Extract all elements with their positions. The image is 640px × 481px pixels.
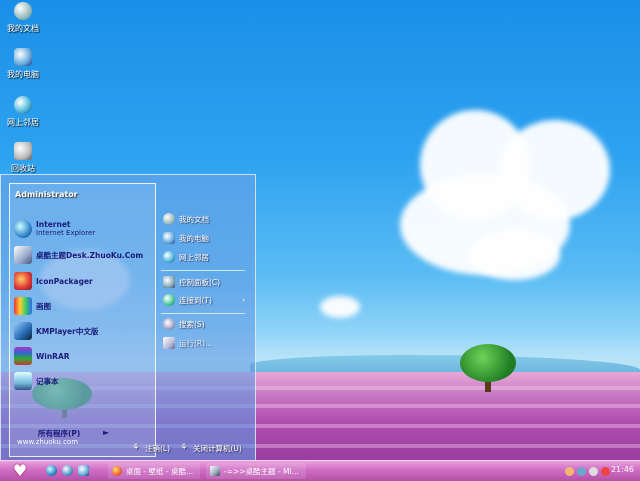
menu-item-control-panel[interactable]: 控制面板(C)	[163, 274, 247, 290]
program-label: 记事本	[36, 376, 59, 386]
program-notepad[interactable]: 记事本	[14, 370, 154, 392]
my-documents-icon	[163, 213, 175, 225]
desktop-icon-network[interactable]: 网上邻居	[0, 96, 46, 128]
menu-item-label: 搜索(S)	[179, 319, 205, 329]
browser-icon	[112, 466, 122, 476]
network-places-icon	[163, 251, 175, 263]
program-paint[interactable]: 画图	[14, 295, 154, 317]
desktop-icon-label: 我的电脑	[7, 70, 39, 79]
kmplayer-icon	[14, 322, 32, 340]
menu-item-label: 网上邻居	[179, 252, 209, 262]
notepad-icon	[14, 372, 32, 390]
menu-item-label: 连接到(T)	[179, 295, 212, 305]
program-label: Internet	[36, 220, 71, 229]
network-tray-icon[interactable]	[577, 466, 586, 476]
desktop-icon-my-computer[interactable]: 我的电脑	[0, 48, 46, 80]
my-computer-icon	[14, 48, 32, 66]
program-winrar[interactable]: WinRAR	[14, 345, 154, 367]
taskbar: ♥ 桌面 - 壁纸 - 桌酷... -=>>桌酷主题 - Mi... 21:46	[0, 460, 640, 481]
menu-item-label: 我的电脑	[179, 233, 209, 243]
paint-icon	[14, 297, 32, 315]
menu-item-label: 我的文档	[179, 214, 209, 224]
zhuoku-theme-icon	[14, 246, 32, 264]
tree	[460, 344, 516, 382]
task-label: -=>>桌酷主题 - Mi...	[224, 466, 299, 476]
heart-icon: ♥	[12, 461, 28, 480]
menu-item-connect-to[interactable]: 连接到(T) ›	[163, 292, 247, 308]
menu-item-label: 控制面板(C)	[179, 277, 221, 287]
iconpackager-icon	[14, 272, 32, 290]
arrow-right-icon: ►	[103, 428, 110, 437]
menu-item-search[interactable]: 搜索(S)	[163, 316, 247, 332]
my-computer-icon	[163, 232, 175, 244]
taskbar-button-window[interactable]: -=>>桌酷主题 - Mi...	[206, 463, 306, 479]
network-places-icon	[14, 96, 32, 114]
control-panel-icon	[163, 276, 175, 288]
desktop-icon[interactable]	[78, 465, 89, 476]
shutdown-label: 关闭计算机(U)	[193, 443, 242, 453]
menu-item-label: 运行(R)...	[179, 338, 213, 348]
start-menu: Administrator Internet Internet Explorer …	[0, 174, 256, 462]
submenu-arrow-icon: ›	[242, 296, 245, 304]
program-iconpackager[interactable]: IconPackager	[14, 270, 154, 292]
program-label: 画图	[36, 301, 51, 311]
menu-item-network[interactable]: 网上邻居	[163, 249, 247, 265]
menu-separator	[161, 270, 245, 271]
recycle-bin-icon	[14, 142, 32, 160]
clock[interactable]: 21:46	[611, 465, 634, 474]
shutdown-button[interactable]: ⚘ 关闭计算机(U)	[179, 441, 242, 455]
desktop-icon-label: 回收站	[11, 164, 35, 173]
start-menu-programs-pane: Administrator Internet Internet Explorer …	[9, 183, 156, 457]
connect-to-icon	[163, 294, 175, 306]
run-icon	[163, 337, 175, 349]
menu-separator	[161, 313, 245, 314]
taskbar-button-browser[interactable]: 桌面 - 壁纸 - 桌酷...	[108, 463, 200, 479]
program-internet-explorer[interactable]: Internet Internet Explorer	[14, 218, 154, 240]
program-kmplayer[interactable]: KMPlayer中文版	[14, 320, 154, 342]
antivirus-icon[interactable]	[601, 466, 610, 476]
program-sublabel: Internet Explorer	[36, 229, 96, 237]
logoff-button[interactable]: ⚘ 注销(L)	[131, 441, 170, 455]
volume-icon[interactable]	[589, 466, 598, 476]
person-icon[interactable]	[565, 466, 574, 476]
shutdown-icon: ⚘	[179, 443, 189, 453]
search-icon	[163, 318, 175, 330]
internet-explorer-icon	[14, 220, 32, 238]
desktop-icon-my-documents[interactable]: 我的文档	[0, 2, 46, 34]
desktop-icon-label: 我的文档	[7, 24, 39, 33]
cloud	[320, 296, 360, 318]
program-label: 桌酷主题Desk.ZhuoKu.Com	[36, 250, 144, 260]
program-label: IconPackager	[36, 276, 93, 286]
user-name: Administrator	[15, 190, 78, 199]
start-button[interactable]: ♥	[3, 462, 37, 480]
cloud	[470, 230, 560, 280]
logoff-label: 注销(L)	[145, 443, 171, 453]
logoff-icon: ⚘	[131, 443, 141, 453]
site-url: www.zhuoku.com	[17, 438, 79, 446]
desktop-icon-recycle-bin[interactable]: 回收站	[0, 142, 46, 174]
task-label: 桌面 - 壁纸 - 桌酷...	[126, 466, 194, 476]
ie-icon[interactable]	[46, 465, 57, 476]
winrar-icon	[14, 347, 32, 365]
desktop-icon-label: 网上邻居	[7, 118, 39, 127]
my-documents-icon	[14, 2, 32, 20]
menu-item-my-documents[interactable]: 我的文档	[163, 211, 247, 227]
program-zhuoku-theme[interactable]: 桌酷主题Desk.ZhuoKu.Com	[14, 244, 154, 266]
menu-item-run[interactable]: 运行(R)...	[163, 335, 247, 351]
window-icon	[210, 466, 220, 476]
program-label: KMPlayer中文版	[36, 326, 99, 336]
program-label: WinRAR	[36, 351, 70, 361]
media-icon[interactable]	[62, 465, 73, 476]
menu-item-my-computer[interactable]: 我的电脑	[163, 230, 247, 246]
